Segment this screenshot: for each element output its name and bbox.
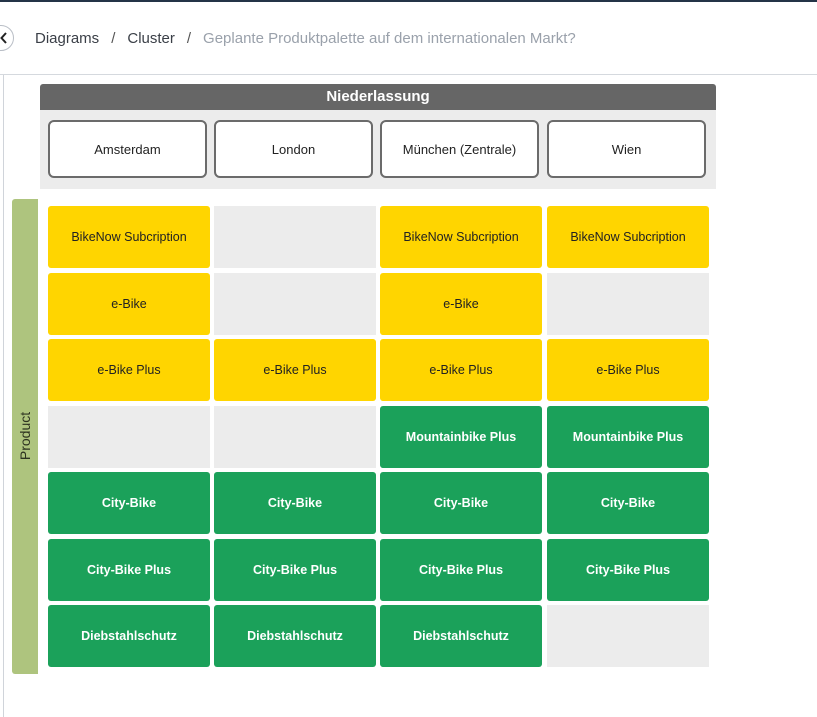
column-axis-label: Niederlassung bbox=[40, 84, 716, 110]
product-cell[interactable]: City-Bike bbox=[214, 472, 376, 534]
product-cell[interactable]: City-Bike bbox=[48, 472, 210, 534]
product-cell[interactable]: e-Bike Plus bbox=[214, 339, 376, 401]
product-cell[interactable]: City-Bike Plus bbox=[214, 539, 376, 601]
left-panel-border bbox=[3, 75, 4, 717]
product-cell[interactable]: City-Bike Plus bbox=[547, 539, 709, 601]
product-cell[interactable]: BikeNow Subcription bbox=[380, 206, 542, 268]
breadcrumb-item-cluster[interactable]: Cluster bbox=[127, 30, 175, 47]
product-cell[interactable]: Mountainbike Plus bbox=[380, 406, 542, 468]
product-cell[interactable]: City-Bike bbox=[380, 472, 542, 534]
breadcrumb: Diagrams / Cluster / Geplante Produktpalette… bbox=[35, 30, 576, 47]
cluster-matrix: BikeNow Subcription BikeNow Subcription Bi… bbox=[48, 206, 709, 667]
product-cell[interactable]: City-Bike Plus bbox=[48, 539, 210, 601]
breadcrumb-current: Geplante Produktpalette auf dem internat… bbox=[203, 30, 576, 47]
product-cell[interactable]: e-Bike Plus bbox=[547, 339, 709, 401]
empty-cell bbox=[48, 406, 210, 468]
product-cell[interactable]: e-Bike Plus bbox=[48, 339, 210, 401]
product-cell[interactable]: City-Bike bbox=[547, 472, 709, 534]
breadcrumb-separator: / bbox=[111, 30, 116, 47]
row-axis-bar: Product bbox=[12, 199, 38, 674]
breadcrumb-separator: / bbox=[186, 30, 192, 47]
product-cell[interactable]: e-Bike bbox=[48, 273, 210, 335]
breadcrumb-item-diagrams[interactable]: Diagrams bbox=[35, 30, 99, 47]
product-cell[interactable]: City-Bike Plus bbox=[380, 539, 542, 601]
column-header[interactable]: Amsterdam bbox=[48, 120, 207, 178]
empty-cell bbox=[547, 605, 709, 667]
product-cell[interactable]: e-Bike bbox=[380, 273, 542, 335]
page-header: Diagrams / Cluster / Geplante Produktpalette… bbox=[0, 2, 817, 75]
product-cell[interactable]: e-Bike Plus bbox=[380, 339, 542, 401]
empty-cell bbox=[214, 406, 376, 468]
product-cell[interactable]: BikeNow Subcription bbox=[547, 206, 709, 268]
product-cell[interactable]: Diebstahlschutz bbox=[380, 605, 542, 667]
product-cell[interactable]: Diebstahlschutz bbox=[214, 605, 376, 667]
back-button[interactable] bbox=[0, 25, 14, 51]
empty-cell bbox=[547, 273, 709, 335]
row-axis-label: Product bbox=[17, 411, 33, 461]
column-header[interactable]: München (Zentrale) bbox=[380, 120, 539, 178]
column-header[interactable]: London bbox=[214, 120, 373, 178]
column-header-row: Amsterdam London München (Zentrale) Wien bbox=[40, 110, 716, 189]
product-cell[interactable]: Mountainbike Plus bbox=[547, 406, 709, 468]
empty-cell bbox=[214, 273, 376, 335]
column-header[interactable]: Wien bbox=[547, 120, 706, 178]
chevron-left-icon bbox=[0, 32, 7, 44]
product-cell[interactable]: BikeNow Subcription bbox=[48, 206, 210, 268]
empty-cell bbox=[214, 206, 376, 268]
product-cell[interactable]: Diebstahlschutz bbox=[48, 605, 210, 667]
